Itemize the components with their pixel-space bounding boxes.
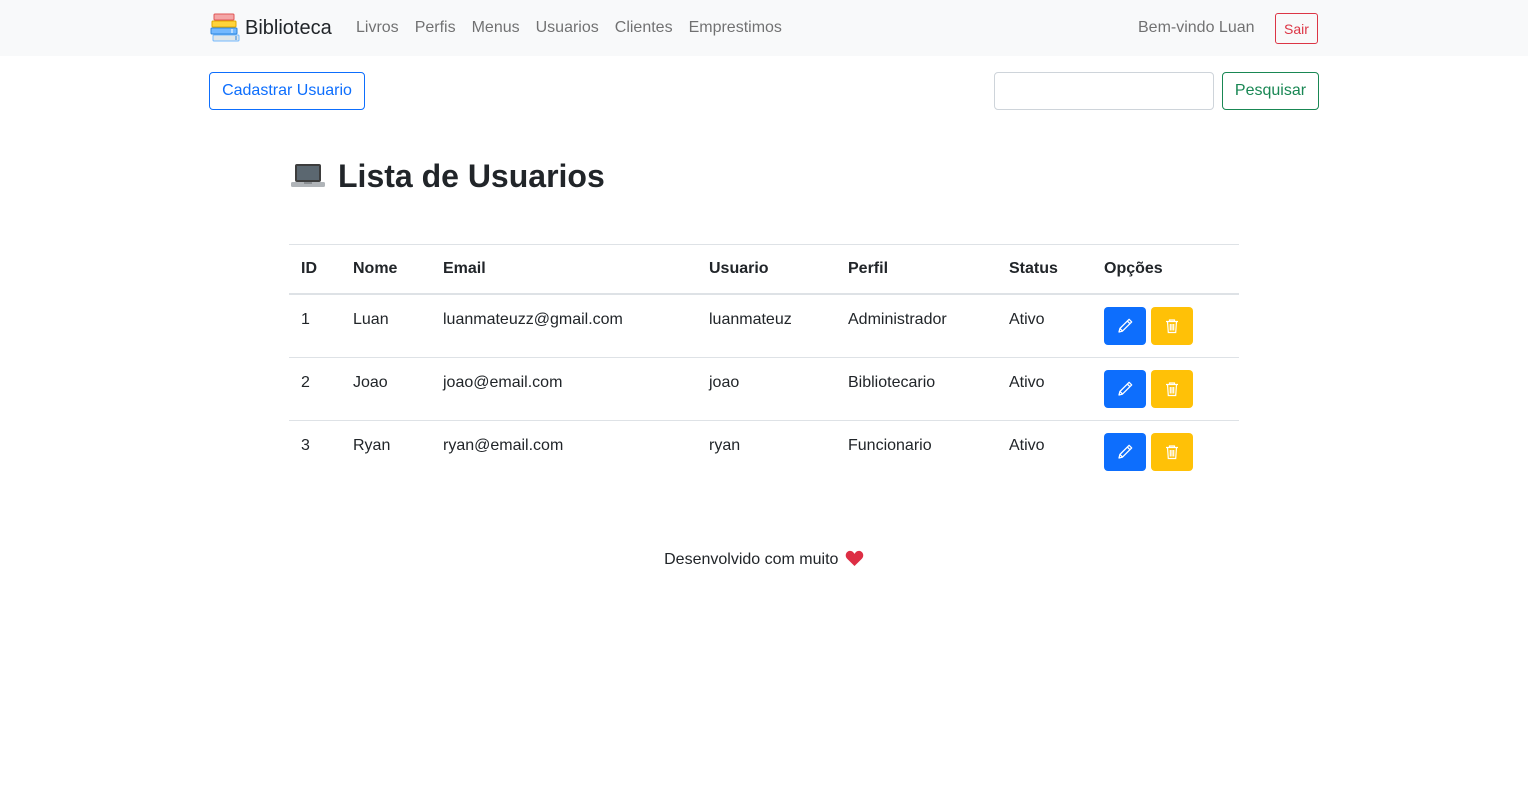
cell-perfil: Funcionario: [848, 436, 932, 454]
header-nome: Nome: [341, 244, 431, 295]
laptop-icon: [291, 164, 325, 187]
cell-usuario: luanmateuz: [697, 293, 836, 358]
table-row: 1 Luan luanmateuzz@gmail.com luanmateuz …: [289, 293, 1239, 358]
header-perfil: Perfil: [836, 244, 997, 295]
cell-status: Ativo: [997, 293, 1092, 358]
footer: Desenvolvido com muito: [0, 548, 1528, 572]
cell-usuario: joao: [697, 357, 836, 421]
cell-perfil: Bibliotecario: [836, 357, 997, 421]
cell-perfil: Administrador: [836, 293, 997, 358]
page-title: Lista de Usuarios: [290, 156, 605, 196]
cell-opcoes: [1092, 420, 1239, 483]
cell-nome: Luan: [341, 293, 431, 358]
search-input[interactable]: [994, 72, 1214, 110]
footer-text: Desenvolvido com muito: [664, 551, 839, 568]
nav-links: Livros Perfis Menus Usuarios Clientes Em…: [348, 16, 790, 40]
trash-icon: [1166, 381, 1179, 396]
header-usuario: Usuario: [697, 244, 836, 295]
cell-email: luanmateuzz@gmail.com: [431, 293, 697, 358]
table-row: 3 Ryan ryan@email.com ryan Funcionario A…: [289, 420, 1239, 483]
page-title-text: Lista de Usuarios: [338, 158, 605, 194]
table-header-row: ID Nome Email Usuario Perfil Status Opçõ…: [289, 244, 1239, 295]
pencil-icon: [1118, 444, 1133, 459]
cell-opcoes: [1092, 293, 1239, 358]
nav-link-emprestimos[interactable]: Emprestimos: [681, 16, 790, 40]
heart-icon: [845, 550, 864, 567]
nav-link-livros[interactable]: Livros: [348, 16, 407, 40]
header-id: ID: [289, 244, 341, 295]
books-logo-icon: [210, 13, 240, 42]
cell-nome: Joao: [341, 357, 431, 421]
trash-icon: [1166, 444, 1179, 459]
register-user-button[interactable]: Cadastrar Usuario: [209, 72, 365, 110]
cell-status: Ativo: [997, 357, 1092, 421]
cell-usuario: ryan: [709, 436, 741, 454]
trash-icon: [1166, 318, 1179, 333]
edit-button[interactable]: [1104, 432, 1146, 471]
brand-link[interactable]: Biblioteca: [210, 12, 332, 44]
delete-button[interactable]: [1151, 369, 1194, 408]
search-button[interactable]: Pesquisar: [1222, 72, 1319, 110]
edit-button[interactable]: [1104, 306, 1146, 345]
nav-link-clientes[interactable]: Clientes: [607, 16, 681, 40]
logout-button[interactable]: Sair: [1275, 13, 1318, 44]
welcome-text: Bem-vindo Luan: [1138, 19, 1255, 36]
users-table: ID Nome Email Usuario Perfil Status Opçõ…: [289, 244, 1239, 483]
delete-button[interactable]: [1151, 306, 1194, 345]
cell-id: 2: [289, 357, 341, 421]
pencil-icon: [1118, 381, 1133, 396]
nav-link-menus[interactable]: Menus: [464, 16, 528, 40]
cell-nome: Ryan: [353, 436, 391, 454]
nav-link-perfis[interactable]: Perfis: [407, 16, 464, 40]
cell-email: joao@email.com: [431, 357, 697, 421]
brand-text: Biblioteca: [245, 17, 332, 39]
edit-button[interactable]: [1104, 369, 1146, 408]
nav-link-usuarios[interactable]: Usuarios: [528, 16, 607, 40]
header-opcoes: Opções: [1092, 244, 1239, 295]
table-row: 2 Joao joao@email.com joao Bibliotecario…: [289, 357, 1239, 421]
cell-opcoes: [1092, 357, 1239, 421]
header-status: Status: [997, 244, 1092, 295]
cell-email: ryan@email.com: [443, 436, 564, 454]
cell-id: 3: [301, 436, 310, 454]
header-email: Email: [431, 244, 697, 295]
navbar: Biblioteca Livros Perfis Menus Usuarios …: [0, 0, 1528, 56]
cell-status: Ativo: [1009, 436, 1045, 454]
cell-id: 1: [289, 293, 341, 358]
delete-button[interactable]: [1151, 432, 1194, 471]
pencil-icon: [1118, 318, 1133, 333]
